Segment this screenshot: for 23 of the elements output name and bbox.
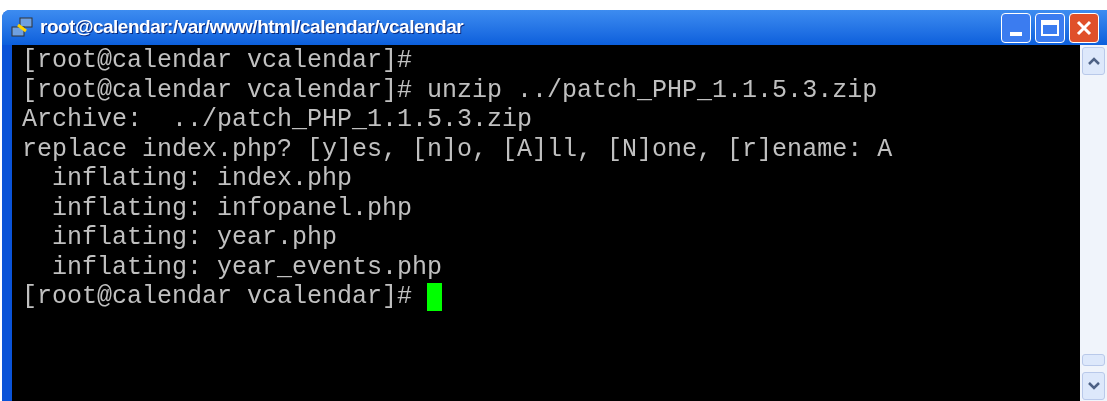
terminal-line: inflating: year.php	[51, 223, 338, 253]
terminal-line: [root@calendar vcalendar]#	[22, 46, 413, 76]
terminal-line: [root@calendar vcalendar]# unzip ../patch_PHP_1.1.5.3.zip	[22, 75, 878, 105]
window-title: root@calendar:/var/www/html/calendar/vcalendar	[40, 15, 464, 40]
minimize-icon	[1010, 31, 1022, 36]
maximize-icon	[1041, 19, 1059, 36]
close-button[interactable]	[1069, 12, 1099, 43]
maximize-button[interactable]	[1035, 12, 1065, 43]
close-icon	[1076, 19, 1092, 36]
terminal-line: [root@calendar vcalendar]#	[22, 282, 414, 312]
minimize-button[interactable]	[1001, 12, 1031, 43]
scroll-down-button[interactable]	[1082, 372, 1105, 400]
scroll-up-button[interactable]	[1082, 47, 1105, 75]
chevron-down-icon	[1087, 382, 1100, 390]
scrollbar[interactable]	[1080, 45, 1107, 401]
network-computers-icon	[10, 16, 34, 39]
chevron-up-icon	[1087, 57, 1100, 65]
terminal-line: replace index.php? [y]es, [n]o, [A]ll, [N]one, [r]ename: A	[22, 134, 893, 164]
terminal-line: inflating: year_events.php	[51, 252, 443, 282]
scroll-thumb[interactable]	[1082, 354, 1105, 366]
terminal-line: inflating: index.php	[51, 164, 353, 194]
terminal-line: inflating: infopanel.php	[51, 193, 413, 223]
terminal-line: Archive: ../patch_PHP_1.1.5.3.zip	[22, 105, 533, 135]
